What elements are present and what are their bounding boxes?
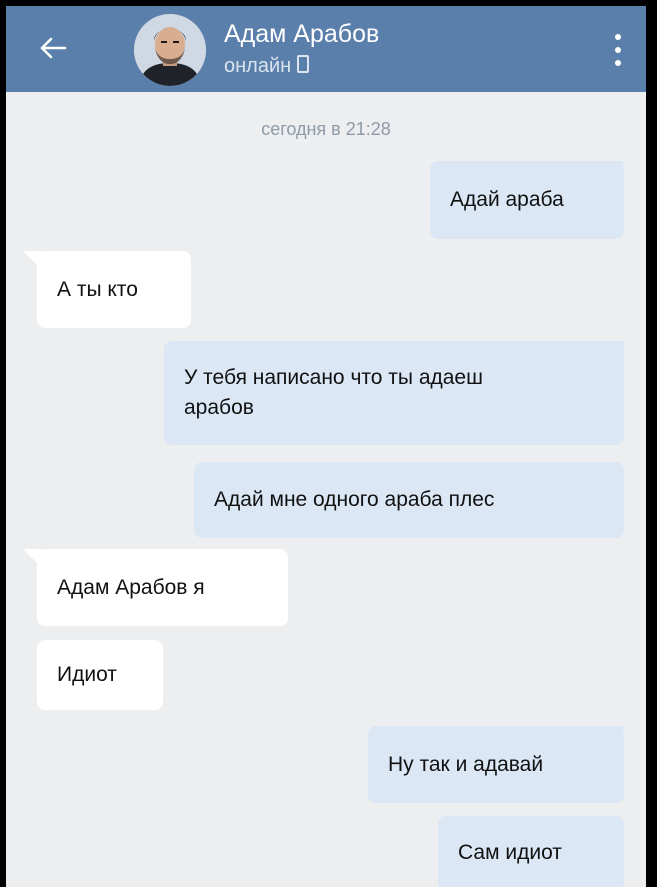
status-text: онлайн (224, 55, 292, 77)
message-outgoing[interactable]: Сам идиот (438, 816, 624, 887)
message-text: У тебя написано что ты адаеш арабов (184, 366, 483, 419)
chat-header: Адам Арабов онлайн (6, 6, 646, 92)
message-text: Адай мне одного араба плес (214, 488, 495, 511)
message-outgoing[interactable]: У тебя написано что ты адаеш арабов (164, 341, 626, 445)
message-outgoing[interactable]: Адай мне одного араба плес (194, 462, 624, 538)
bubble-tail (23, 251, 41, 269)
date-separator: сегодня в 21:28 (261, 119, 391, 139)
message-text: Ну так и адавай (388, 752, 544, 776)
message-incoming[interactable]: Адам Арабов я (23, 549, 288, 626)
message-text: А ты кто (57, 277, 138, 301)
bubble-tail (608, 341, 626, 359)
arrow-left-icon (40, 37, 67, 59)
contact-status: онлайн (224, 54, 310, 78)
message-text: Адам Арабов я (57, 575, 205, 599)
chat-screen: Адам Арабов онлайн сегодня в 21:28 Адай … (6, 6, 646, 887)
message-text: Сам идиот (458, 841, 562, 864)
more-vertical-icon-dot (615, 60, 621, 66)
more-vertical-icon-dot (615, 47, 621, 53)
bubble-tail (608, 161, 626, 179)
message-incoming[interactable]: Идиот (37, 640, 163, 710)
bubble-tail (23, 549, 41, 567)
back-button[interactable] (34, 28, 74, 68)
mobile-phone-icon (297, 55, 310, 73)
more-vertical-icon (615, 34, 621, 40)
more-menu-button[interactable] (606, 30, 630, 70)
message-text: Идиот (57, 663, 117, 686)
avatar-image (134, 14, 206, 86)
message-outgoing[interactable]: Адай араба (430, 161, 626, 239)
avatar[interactable] (134, 14, 206, 86)
bubble-tail (608, 726, 626, 744)
contact-name[interactable]: Адам Арабов (224, 19, 379, 49)
message-incoming[interactable]: А ты кто (23, 251, 191, 328)
message-text: Адай араба (450, 188, 564, 211)
message-outgoing[interactable]: Ну так и адавай (368, 726, 626, 803)
